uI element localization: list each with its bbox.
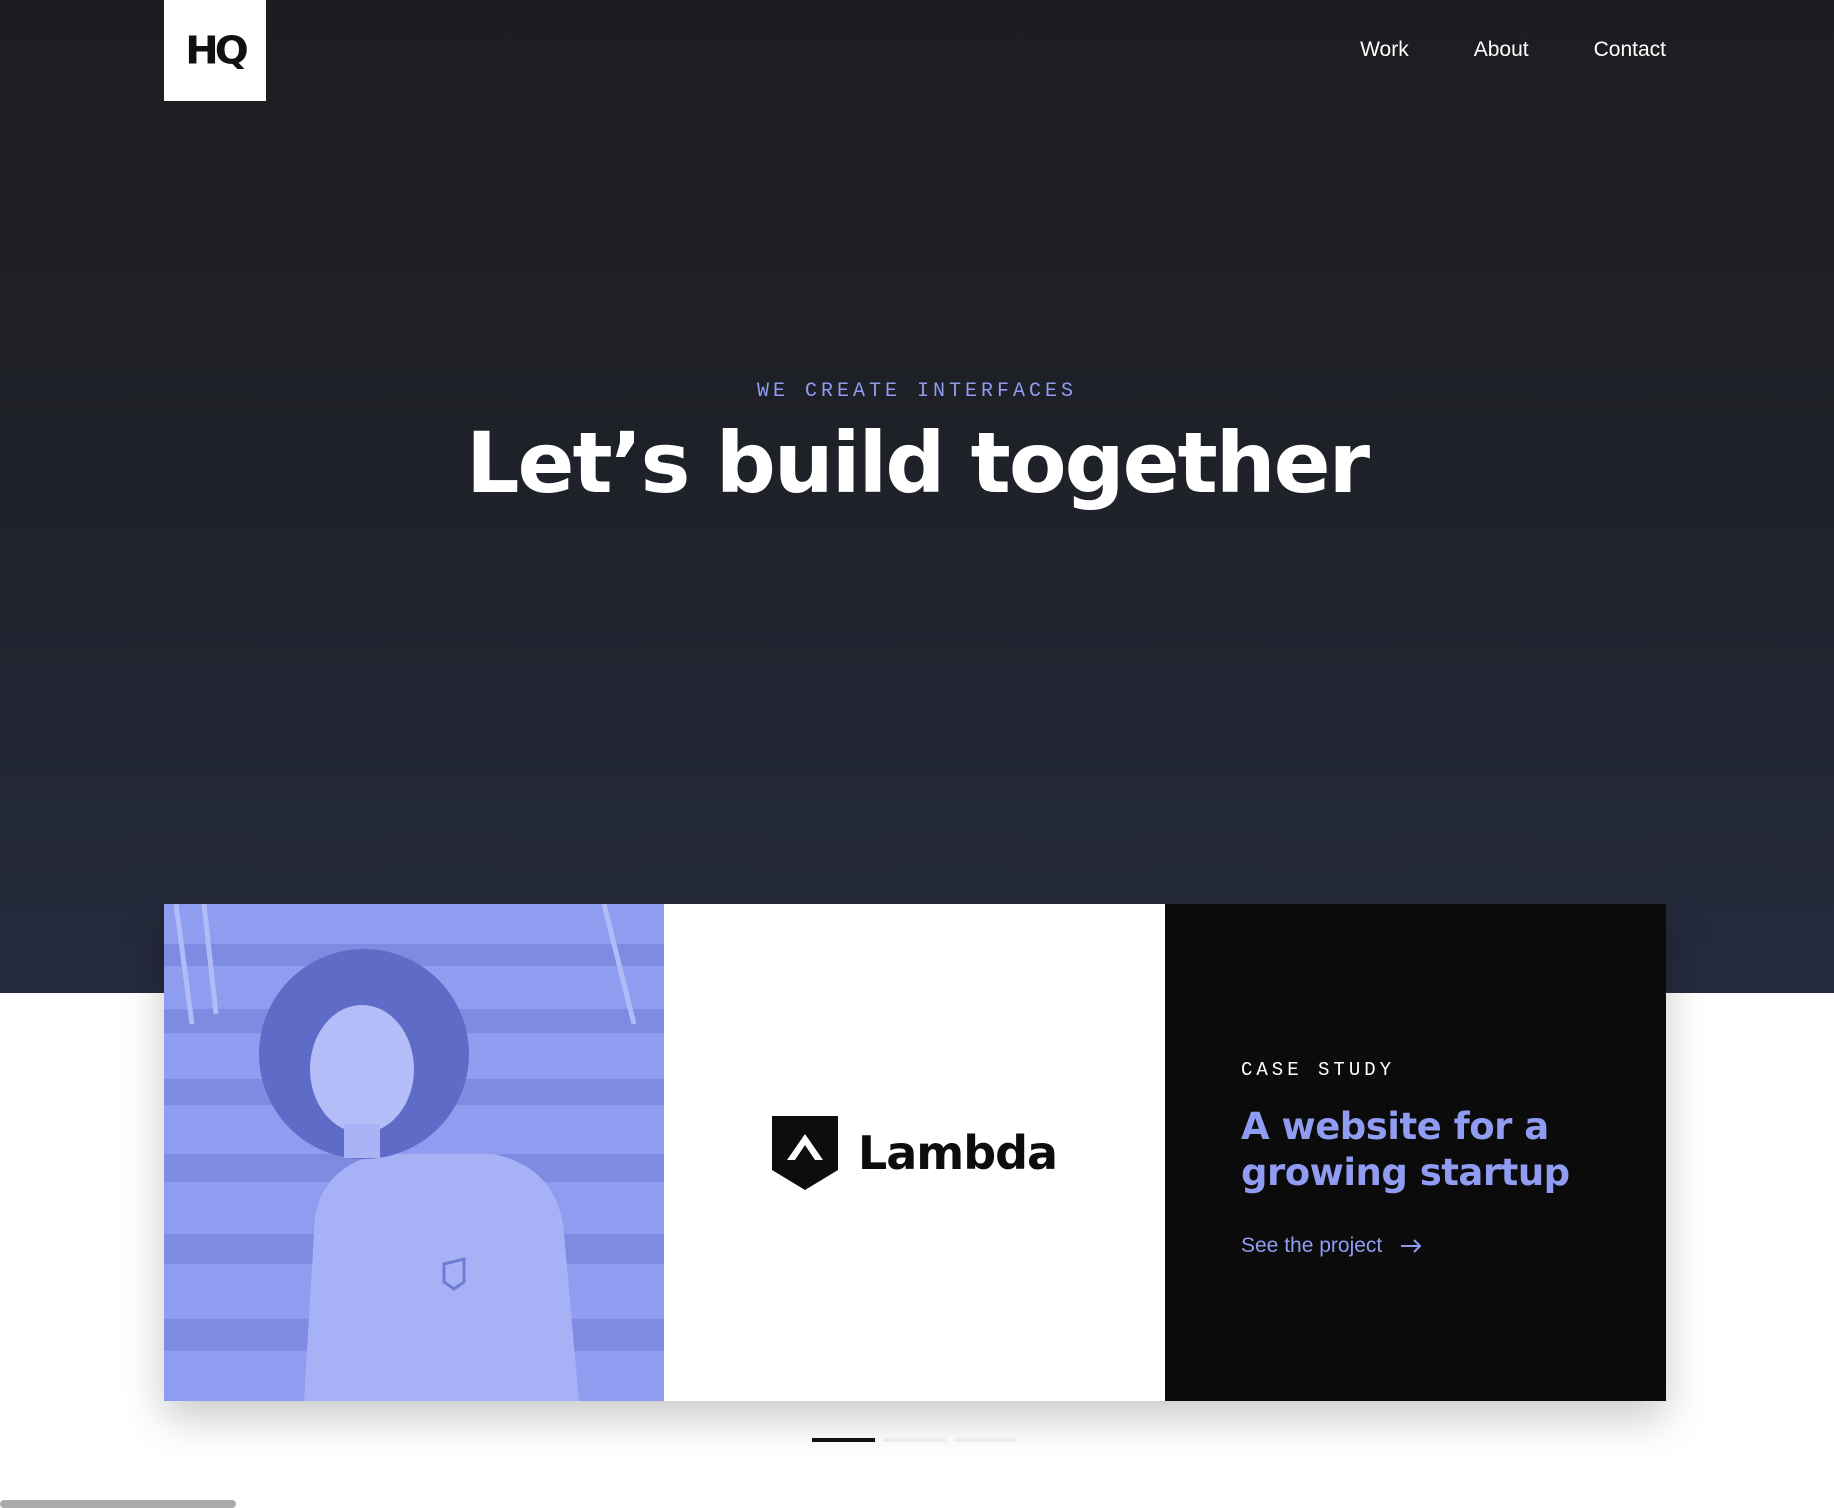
hero-section: HQ Work About Contact WE CREATE INTERFAC…: [0, 0, 1834, 993]
hero-title: Let’s build together: [465, 414, 1370, 512]
nav-about-link[interactable]: About: [1474, 38, 1529, 62]
case-study-title: A website for a growing startup: [1241, 1105, 1570, 1194]
case-study-photo: [164, 904, 664, 1401]
see-project-link[interactable]: See the project: [1241, 1234, 1422, 1258]
photo-illustration: [164, 904, 664, 1401]
lambda-brand-name: Lambda: [857, 1125, 1058, 1180]
carousel-dot-2[interactable]: [883, 1438, 946, 1442]
see-project-label: See the project: [1241, 1234, 1383, 1257]
case-study-card: Lambda CASE STUDY A website for a growin…: [164, 904, 1666, 1401]
lambda-shield-icon: [771, 1115, 838, 1190]
nav-contact-link[interactable]: Contact: [1594, 38, 1666, 62]
lambda-logo: Lambda: [771, 1115, 1058, 1190]
hero-eyebrow: WE CREATE INTERFACES: [756, 380, 1078, 403]
carousel-indicators: [812, 1438, 1025, 1442]
carousel-dot-3[interactable]: [954, 1438, 1017, 1442]
case-study-info-panel: CASE STUDY A website for a growing start…: [1165, 904, 1666, 1401]
nav-work-link[interactable]: Work: [1360, 38, 1409, 62]
case-study-eyebrow: CASE STUDY: [1241, 1059, 1396, 1081]
carousel-dot-1[interactable]: [812, 1438, 875, 1442]
horizontal-scrollbar[interactable]: [0, 1500, 236, 1508]
arrow-right-icon: [1400, 1239, 1422, 1253]
logo-text: HQ: [185, 28, 249, 73]
main-nav: Work About Contact: [1360, 38, 1666, 62]
case-study-brand-panel: Lambda: [664, 904, 1165, 1401]
logo[interactable]: HQ: [164, 0, 266, 101]
